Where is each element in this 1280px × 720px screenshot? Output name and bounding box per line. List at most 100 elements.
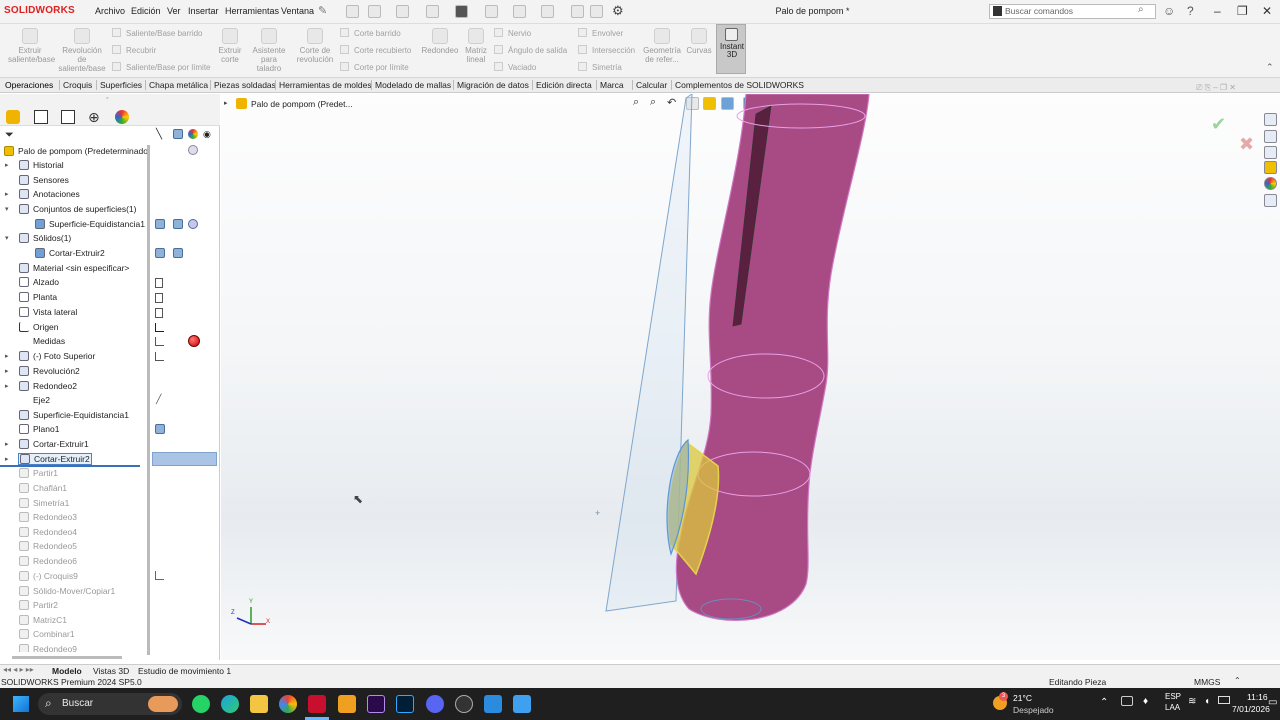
tree-item-mirror1[interactable]: Simetría1 [19,498,69,508]
display-manager-icon[interactable] [115,110,129,124]
tree-item-top-plane[interactable]: Planta [19,292,57,302]
tree-item-solid-bodies[interactable]: Sólidos(1) [19,233,71,243]
taskbar-search[interactable]: ⌕ Buscar [38,693,182,715]
tab-modelo[interactable]: Modelo [52,666,82,676]
tab-chapa-metalica[interactable]: Chapa metálica [145,80,208,90]
tree-item-axis2[interactable]: Eje2 [19,395,50,405]
search-commands-input[interactable]: Buscar comandos ⌕ [989,4,1156,19]
print-icon[interactable] [455,5,468,18]
viewport-controls[interactable]: ⎚ ⎘ ‒ ❐ ✕ [1196,83,1236,93]
panel-splitter[interactable]: ◦ [0,94,220,108]
units-selector[interactable]: MMGS [1194,677,1220,687]
propertymanager-icon[interactable] [34,110,48,124]
expand-icon[interactable]: ▸ [5,455,9,463]
horizontal-scrollbar[interactable] [12,656,122,659]
vertical-scrollbar[interactable] [147,145,150,655]
tree-item-sketch-photo[interactable]: (-) Foto Superior [19,351,95,361]
acrobat-icon[interactable] [338,695,356,713]
whatsapp-icon[interactable] [192,695,210,713]
dimxpert-icon[interactable]: ⊕ [88,109,100,126]
extrude-boss-button[interactable]: Extruir saliente/base [8,28,55,64]
menu-ver[interactable]: Ver [167,6,181,16]
expand-icon[interactable]: ▸ [5,161,9,169]
boundary-boss-button[interactable]: Saliente/Base por límite [112,62,211,72]
curves-button[interactable]: Curvas [685,28,713,55]
featuremanager-icon[interactable] [6,110,20,124]
expand-icon[interactable]: ▸ [5,352,9,360]
windows-start-icon[interactable] [13,696,29,712]
file-explorer-icon[interactable] [1264,146,1277,159]
tree-item-chamfer1[interactable]: Chaflán1 [19,483,67,493]
tab-operaciones[interactable]: Operaciones [5,80,53,90]
tree-root[interactable]: Palo de pompom (Predeterminado [4,146,148,156]
tree-item-sensores[interactable]: Sensores [19,175,69,185]
expand-icon[interactable]: ▸ [5,382,9,390]
edge-icon[interactable] [221,695,239,713]
discord-icon[interactable] [426,695,444,713]
custom-properties-icon[interactable] [1264,194,1277,207]
draft-button[interactable]: Ángulo de salida [494,45,567,55]
solidworks-taskbar-icon[interactable] [308,695,326,713]
menu-archivo[interactable]: Archivo [95,6,125,16]
tree-item-split2[interactable]: Partir2 [19,600,58,610]
tree-item-fillet3[interactable]: Redondeo3 [19,512,77,522]
eye-icon[interactable]: ◉ [203,129,211,140]
hole-wizard-button[interactable]: Asistente para taladro [248,28,290,73]
home-icon[interactable] [346,5,359,18]
sketch-visibility-icon[interactable] [155,571,164,580]
appearances-icon[interactable] [1264,177,1277,190]
plane-visibility-icon[interactable] [155,293,163,303]
user-icon[interactable]: ☺ [1163,4,1175,18]
notifications-icon[interactable]: ▭ [1268,697,1277,708]
close-icon[interactable]: ✕ [1262,4,1272,18]
tab-scroll-arrows[interactable]: ◂◂ ◂ ▸ ▸▸ [3,665,34,674]
redo-icon[interactable] [513,5,526,18]
rebuild-icon[interactable] [571,5,584,18]
menu-edicion[interactable]: Edición [131,6,161,16]
expand-icon[interactable]: ▸ [5,367,9,375]
file-explorer-icon[interactable] [250,695,268,713]
intersect-button[interactable]: Intersección [578,45,635,55]
collapse-icon[interactable]: ▾ [5,205,9,213]
menu-insertar[interactable]: Insertar [188,6,219,16]
pin-icon[interactable]: ✎ [318,4,327,17]
shell-button[interactable]: Vaciado [494,62,536,72]
units-dropdown-icon[interactable]: ⌃ [1234,676,1241,685]
language-secondary[interactable]: LAA [1165,703,1180,712]
tab-vistas-3d[interactable]: Vistas 3D [93,666,129,676]
tab-calcular[interactable]: Calcular [632,80,667,90]
tree-item-measures[interactable]: Medidas [19,336,65,346]
tab-superficies[interactable]: Superficies [96,80,142,90]
clock-date[interactable]: 7/01/2026 [1232,704,1270,714]
revolved-cut-button[interactable]: Corte de revolución [294,28,336,64]
tree-item-cut-extrude1[interactable]: Cortar-Extruir1 [19,439,89,449]
rib-button[interactable]: Nervio [494,28,531,38]
collapse-icon[interactable]: ▾ [5,234,9,242]
plane-visibility-icon[interactable] [155,278,163,288]
model-view[interactable]: + [221,94,1280,660]
design-library-icon[interactable] [1264,130,1277,143]
menu-ventana[interactable]: Ventana [281,6,314,16]
sketch-visibility-icon[interactable] [155,337,164,346]
tree-item-plane1[interactable]: Plano1 [19,424,59,434]
help-icon[interactable]: ? [1187,4,1194,18]
configurationmanager-icon[interactable] [61,110,75,124]
wrap-button[interactable]: Envolver [578,28,623,38]
tab-piezas-soldadas[interactable]: Piezas soldadas [210,80,276,90]
fillet-button[interactable]: Redondeo [420,28,460,55]
cancel-x-icon[interactable]: ✖ [1239,134,1254,155]
premiere-icon[interactable] [367,695,385,713]
clock-time[interactable]: 11:16 [1247,692,1268,702]
tab-modelado-mallas[interactable]: Modelado de mallas [371,80,451,90]
axis-visibility-icon[interactable]: ╱ [156,394,161,405]
tree-item-revolve2[interactable]: Revolución2 [19,366,80,376]
tab-croquis[interactable]: Croquis [59,80,92,90]
tree-item-fillet2[interactable]: Redondeo2 [19,381,77,391]
tray-app-icon[interactable] [1121,696,1133,706]
tab-complementos[interactable]: Complementos de SOLIDWORKS [671,80,804,90]
swept-cut-button[interactable]: Corte barrido [340,28,401,38]
mirror-button[interactable]: Simetría [578,62,622,72]
solidworks-resources-icon[interactable] [1264,113,1277,126]
tree-item-cut-extrude2-selected[interactable]: Cortar-Extruir2 [18,453,92,465]
tree-item-front-plane[interactable]: Alzado [19,277,59,287]
